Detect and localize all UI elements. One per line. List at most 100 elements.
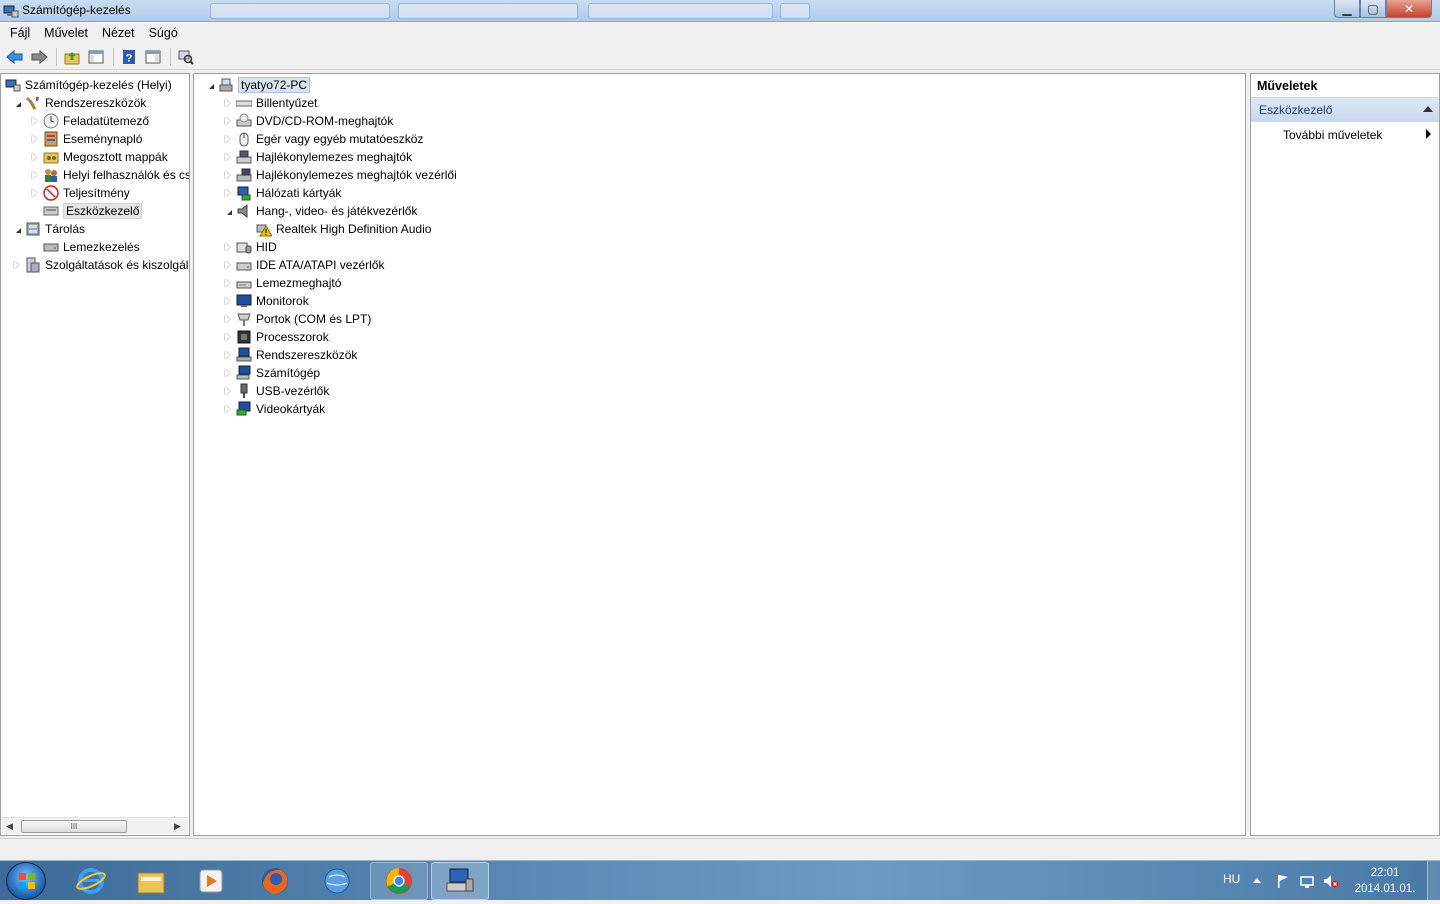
- device-category[interactable]: Billentyűzet: [222, 94, 317, 112]
- device-category[interactable]: Portok (COM és LPT): [222, 310, 371, 328]
- services-icon: [26, 257, 40, 273]
- expand-arrow-icon[interactable]: [29, 170, 39, 180]
- expand-arrow-icon[interactable]: [222, 278, 232, 288]
- collapse-arrow-icon[interactable]: [11, 98, 21, 108]
- windows-logo-icon: [19, 873, 35, 889]
- expand-arrow-icon[interactable]: [222, 98, 232, 108]
- expand-arrow-icon[interactable]: [222, 350, 232, 360]
- collapse-arrow-icon[interactable]: [11, 224, 21, 234]
- expand-arrow-icon[interactable]: [222, 116, 232, 126]
- expand-arrow-icon[interactable]: [222, 170, 232, 180]
- menu-help[interactable]: Súgó: [143, 26, 184, 40]
- chrome-icon: [385, 867, 413, 895]
- volume-muted-icon[interactable]: [1323, 873, 1339, 889]
- device-category[interactable]: Rendszereszközök: [222, 346, 357, 364]
- device-category[interactable]: Számítógép: [222, 364, 320, 382]
- tree-item-computer-management[interactable]: Számítógép-kezelés (Helyi): [5, 76, 172, 94]
- collapse-arrow-icon[interactable]: [222, 206, 232, 216]
- expand-arrow-icon[interactable]: [222, 332, 232, 342]
- expand-arrow-icon[interactable]: [29, 188, 39, 198]
- show-hide-console-tree-button[interactable]: [85, 46, 107, 68]
- collapse-arrow-icon[interactable]: [204, 80, 214, 90]
- show-hide-action-pane-button[interactable]: [142, 46, 164, 68]
- show-hidden-icons-icon[interactable]: [1253, 878, 1261, 883]
- menu-action[interactable]: Művelet: [38, 26, 94, 40]
- taskbar-chrome[interactable]: [370, 862, 428, 900]
- device-item-warning[interactable]: Realtek High Definition Audio: [256, 220, 431, 238]
- device-category[interactable]: Hálózati kártyák: [222, 184, 341, 202]
- collapse-section-icon[interactable]: [1423, 106, 1433, 112]
- tree-item-system-tools[interactable]: Rendszereszközök: [11, 94, 146, 112]
- device-tree-root[interactable]: tyatyo72-PC: [204, 76, 311, 94]
- device-category[interactable]: DVD/CD-ROM-meghajtók: [222, 112, 393, 130]
- action-center-flag-icon[interactable]: [1275, 873, 1291, 889]
- actions-section-device-manager[interactable]: Eszközkezelő: [1251, 98, 1439, 122]
- taskbar-network[interactable]: [308, 862, 366, 900]
- ide-controller-icon: [236, 262, 252, 271]
- device-category[interactable]: USB-vezérlők: [222, 382, 329, 400]
- expand-arrow-icon[interactable]: [222, 368, 232, 378]
- network-status-icon[interactable]: [1299, 873, 1315, 889]
- show-desktop-button[interactable]: [1427, 861, 1440, 901]
- maximize-button[interactable]: ▢: [1360, 0, 1386, 18]
- expand-arrow-icon[interactable]: [222, 314, 232, 324]
- tree-item-services[interactable]: Szolgáltatások és kiszolgáló: [11, 256, 189, 274]
- tree-item-shared-folders[interactable]: Megosztott mappák: [29, 148, 168, 166]
- device-category-expanded[interactable]: Hang-, video- és játékvezérlők: [222, 202, 417, 220]
- forward-button[interactable]: [28, 46, 50, 68]
- tree-item-local-users[interactable]: Helyi felhasználók és cs: [29, 166, 189, 184]
- taskbar-explorer[interactable]: [122, 862, 180, 900]
- scan-hardware-button[interactable]: [175, 46, 197, 68]
- expand-arrow-icon[interactable]: [29, 116, 39, 126]
- menu-view[interactable]: Nézet: [96, 26, 141, 40]
- menu-file[interactable]: Fájl: [4, 26, 36, 40]
- tree-item-event-viewer[interactable]: Eseménynapló: [29, 130, 142, 148]
- device-category[interactable]: Hajlékonylemezes meghajtók vezérlői: [222, 166, 457, 184]
- tree-item-performance[interactable]: Teljesítmény: [29, 184, 130, 202]
- device-category[interactable]: Monitorok: [222, 292, 309, 310]
- expand-arrow-icon[interactable]: [29, 152, 39, 162]
- close-button[interactable]: ✕: [1386, 0, 1432, 18]
- expand-arrow-icon[interactable]: [222, 260, 232, 270]
- expand-arrow-icon[interactable]: [222, 296, 232, 306]
- language-indicator[interactable]: HU: [1223, 872, 1240, 886]
- minimize-button[interactable]: ▁: [1334, 0, 1360, 18]
- device-category[interactable]: Lemezmeghajtó: [222, 274, 341, 292]
- device-category[interactable]: Egér vagy egyéb mutatóeszköz: [222, 130, 423, 148]
- back-button[interactable]: [4, 46, 26, 68]
- taskbar-internet-explorer[interactable]: [62, 862, 120, 900]
- expand-arrow-icon[interactable]: [222, 152, 232, 162]
- taskbar-computer-management[interactable]: [431, 862, 489, 900]
- expand-arrow-icon[interactable]: [11, 260, 21, 270]
- up-folder-button[interactable]: [61, 46, 83, 68]
- scroll-right-icon[interactable]: ▶: [174, 821, 184, 831]
- device-category[interactable]: HID: [222, 238, 277, 256]
- start-button[interactable]: [6, 862, 46, 900]
- device-category[interactable]: Processzorok: [222, 328, 329, 346]
- tree-item-task-scheduler[interactable]: Feladatütemező: [29, 112, 149, 130]
- horizontal-scrollbar[interactable]: ◀ III ▶: [2, 817, 188, 834]
- expand-arrow-icon[interactable]: [29, 134, 39, 144]
- expand-arrow-icon[interactable]: [222, 188, 232, 198]
- device-category-label: Egér vagy egyéb mutatóeszköz: [256, 132, 424, 146]
- tree-item-label: Számítógép-kezelés (Helyi): [25, 78, 172, 92]
- tree-item-storage[interactable]: Tárolás: [11, 220, 85, 238]
- clock[interactable]: 22:01 2014.01.01.: [1352, 865, 1418, 897]
- device-category[interactable]: IDE ATA/ATAPI vezérlők: [222, 256, 384, 274]
- expand-arrow-icon[interactable]: [222, 386, 232, 396]
- device-category[interactable]: Hajlékonylemezes meghajtók: [222, 148, 412, 166]
- expand-arrow-icon[interactable]: [222, 134, 232, 144]
- floppy-drive-icon: [236, 150, 252, 164]
- scrollbar-thumb[interactable]: III: [21, 820, 127, 833]
- more-actions-item[interactable]: További műveletek: [1251, 124, 1439, 144]
- tree-item-disk-management[interactable]: Lemezkezelés: [43, 238, 140, 256]
- scroll-left-icon[interactable]: ◀: [6, 821, 16, 831]
- expand-arrow-icon[interactable]: [222, 404, 232, 414]
- taskbar-firefox[interactable]: [246, 862, 304, 900]
- taskbar-media-player[interactable]: [182, 862, 240, 900]
- expand-arrow-icon[interactable]: [222, 242, 232, 252]
- device-category[interactable]: Videokártyák: [222, 400, 325, 418]
- device-category-label: Monitorok: [256, 294, 309, 308]
- tree-item-device-manager[interactable]: Eszközkezelő: [43, 202, 143, 220]
- help-button[interactable]: ?: [118, 46, 140, 68]
